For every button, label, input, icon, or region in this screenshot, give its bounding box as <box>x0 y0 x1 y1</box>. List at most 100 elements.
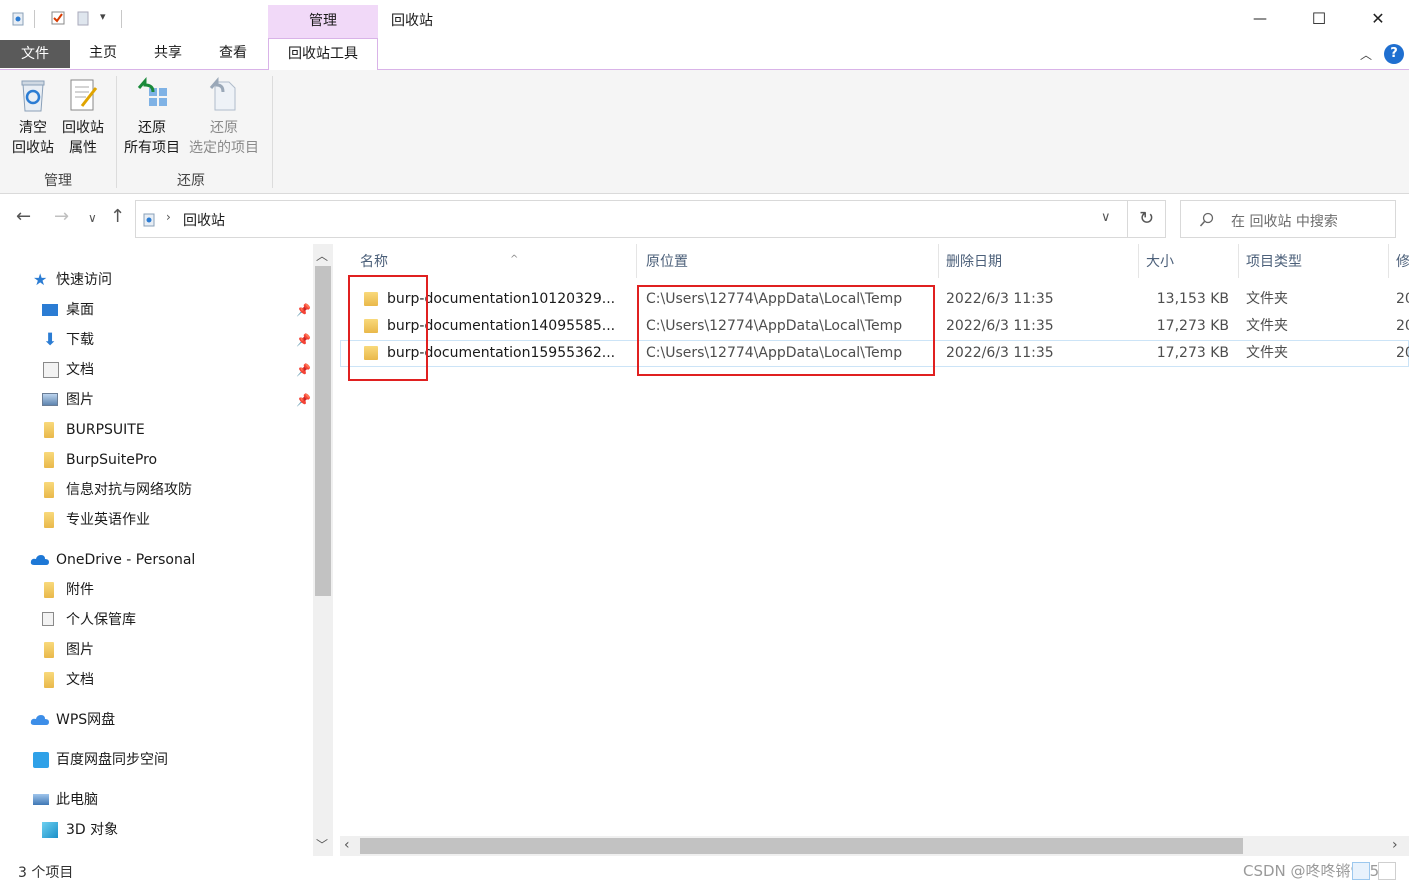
pin-icon[interactable]: 📌 <box>296 387 311 413</box>
qat-dropdown-icon[interactable]: ▾ <box>100 10 106 23</box>
breadcrumb-current[interactable]: 回收站 <box>183 210 225 230</box>
nav-item-documents[interactable]: 文档 📌 <box>0 357 313 383</box>
props-label-2: 属性 <box>69 140 97 156</box>
column-header-size[interactable]: 大小 <box>1146 250 1238 274</box>
sort-ascending-icon: ^ <box>510 254 519 265</box>
nav-wps-drive[interactable]: WPS网盘 <box>0 707 313 733</box>
highlight-box-names <box>348 275 428 381</box>
folder-icon <box>44 582 54 598</box>
horizontal-scrollbar[interactable]: ‹ › <box>340 836 1409 856</box>
column-divider[interactable] <box>1388 244 1389 278</box>
column-divider[interactable] <box>938 244 939 278</box>
tab-view[interactable]: 查看 <box>206 38 260 68</box>
search-placeholder: 在 回收站 中搜索 <box>1231 214 1338 230</box>
nav-item-info-security[interactable]: 信息对抗与网络攻防 <box>0 477 313 503</box>
nav-label: 专业英语作业 <box>66 512 150 528</box>
properties-icon <box>70 79 98 111</box>
close-button[interactable]: ✕ <box>1355 5 1401 33</box>
large-icons-view-icon[interactable] <box>1378 862 1396 880</box>
download-arrow-icon: ⬇ <box>43 330 58 350</box>
scroll-left-icon[interactable]: ‹ <box>344 837 350 853</box>
back-arrow-icon[interactable]: ← <box>16 206 31 227</box>
nav-item-english-homework[interactable]: 专业英语作业 <box>0 507 313 533</box>
nav-scrollbar[interactable]: ︿ ﹀ <box>313 244 333 856</box>
tab-recycle-bin-tools[interactable]: 回收站工具 <box>268 38 378 71</box>
properties-check-icon[interactable] <box>50 10 66 26</box>
nav-item-pictures[interactable]: 图片 📌 <box>0 387 313 413</box>
nav-label: 下载 <box>66 332 94 348</box>
nav-item-onedrive-pictures[interactable]: 图片 <box>0 637 313 663</box>
nav-onedrive[interactable]: OneDrive - Personal <box>0 547 313 573</box>
maximize-button[interactable]: ☐ <box>1296 5 1342 33</box>
tab-share[interactable]: 共享 <box>141 38 195 68</box>
refresh-button[interactable]: ↻ <box>1128 200 1166 238</box>
recycle-bin-properties-button[interactable]: 回收站 属性 <box>58 76 108 158</box>
column-header-location[interactable]: 原位置 <box>646 250 938 274</box>
pin-icon[interactable]: 📌 <box>296 327 311 353</box>
search-box[interactable]: 在 回收站 中搜索 <box>1180 200 1396 238</box>
column-divider[interactable] <box>1138 244 1139 278</box>
recycle-bin-icon[interactable] <box>10 10 26 26</box>
nav-item-burpsuite[interactable]: BURPSUITE <box>0 417 313 443</box>
breadcrumb-chevron-icon[interactable]: › <box>166 210 171 224</box>
forward-arrow-icon[interactable]: → <box>54 206 69 227</box>
recent-locations-chevron-icon[interactable]: ∨ <box>88 211 97 225</box>
address-bar[interactable]: › 回收站 ∨ <box>135 200 1128 238</box>
restore-all-label-2: 所有项目 <box>124 140 180 156</box>
scrollbar-thumb[interactable] <box>315 266 331 596</box>
nav-label: 文档 <box>66 362 94 378</box>
minimize-button[interactable]: — <box>1237 5 1283 33</box>
nav-baidu-sync[interactable]: 百度网盘同步空间 <box>0 747 313 773</box>
scroll-right-icon[interactable]: › <box>1392 837 1398 853</box>
restore-all-button[interactable]: 还原 所有项目 <box>120 76 184 158</box>
desktop-icon <box>42 304 58 316</box>
nav-item-onedrive-documents[interactable]: 文档 <box>0 667 313 693</box>
nav-item-3d-objects[interactable]: 3D 对象 <box>0 817 313 843</box>
up-arrow-icon[interactable]: ↑ <box>110 206 125 227</box>
nav-item-downloads[interactable]: ⬇ 下载 📌 <box>0 327 313 353</box>
nav-item-desktop[interactable]: 桌面 📌 <box>0 297 313 323</box>
column-header-type[interactable]: 项目类型 <box>1246 250 1388 274</box>
details-view-icon[interactable] <box>1352 862 1370 880</box>
column-header-deleted[interactable]: 删除日期 <box>946 250 1138 274</box>
nav-label: 百度网盘同步空间 <box>56 752 168 768</box>
help-icon[interactable]: ? <box>1384 44 1404 64</box>
ribbon-panel: 清空 回收站 回收站 属性 管理 还原 所有项目 还原 选定的项目 还原 <box>0 70 1409 194</box>
nav-item-burpsuitepro[interactable]: BurpSuitePro <box>0 447 313 473</box>
document-icon <box>43 362 59 378</box>
scrollbar-thumb[interactable] <box>360 838 1243 854</box>
new-folder-icon[interactable] <box>75 10 91 26</box>
restore-all-label-1: 还原 <box>138 120 166 136</box>
nav-label: 信息对抗与网络攻防 <box>66 482 192 498</box>
column-divider[interactable] <box>636 244 637 278</box>
column-divider[interactable] <box>1238 244 1239 278</box>
column-header-name[interactable]: 名称 ^ <box>360 250 636 274</box>
restore-sel-label-2: 选定的项目 <box>189 140 259 156</box>
nav-label: 文档 <box>66 672 94 688</box>
nav-item-attachments[interactable]: 附件 <box>0 577 313 603</box>
nav-item-personal-vault[interactable]: 个人保管库 <box>0 607 313 633</box>
pin-icon[interactable]: 📌 <box>296 297 311 323</box>
cloud-icon <box>30 555 49 565</box>
nav-this-pc[interactable]: 此电脑 <box>0 787 313 813</box>
vault-icon <box>42 612 54 626</box>
nav-label: BurpSuitePro <box>66 452 158 468</box>
column-header-modified[interactable]: 修 <box>1396 250 1409 274</box>
pin-icon[interactable]: 📌 <box>296 357 311 383</box>
empty-label-1: 清空 <box>19 120 47 136</box>
nav-label: 图片 <box>66 392 94 408</box>
scroll-up-icon[interactable]: ︿ <box>316 247 328 264</box>
restore-all-icon <box>137 76 167 106</box>
nav-quick-access[interactable]: ★ 快速访问 <box>0 267 313 293</box>
scroll-down-icon[interactable]: ﹀ <box>316 836 328 853</box>
empty-recycle-bin-button[interactable]: 清空 回收站 <box>8 76 58 158</box>
address-dropdown-chevron-icon[interactable]: ∨ <box>1101 210 1111 225</box>
file-type: 文件夹 <box>1246 318 1288 334</box>
collapse-ribbon-icon[interactable]: ︿ <box>1360 46 1372 63</box>
restore-selected-button[interactable]: 还原 选定的项目 <box>186 76 262 158</box>
tab-home[interactable]: 主页 <box>76 38 130 68</box>
restore-sel-label-1: 还原 <box>210 120 238 136</box>
file-type: 文件夹 <box>1246 291 1288 307</box>
folder-icon <box>44 512 54 528</box>
tab-file[interactable]: 文件 <box>0 40 70 68</box>
